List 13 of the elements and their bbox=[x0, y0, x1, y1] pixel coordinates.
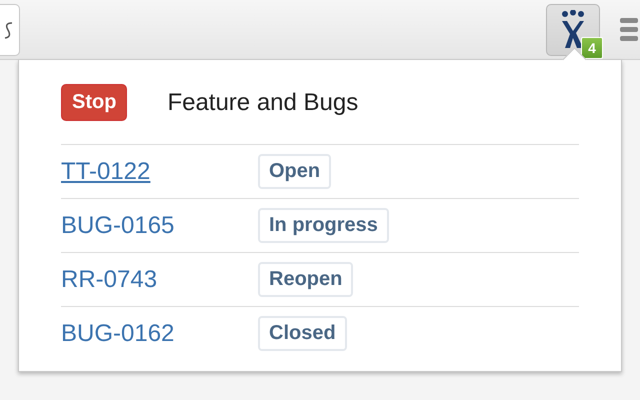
status-label: Closed bbox=[258, 316, 347, 351]
status-label: Open bbox=[258, 154, 332, 189]
popup-title: Feature and Bugs bbox=[167, 88, 358, 116]
issue-link[interactable]: TT-0122 bbox=[61, 158, 258, 186]
issue-link[interactable]: BUG-0165 bbox=[61, 212, 258, 240]
address-bar[interactable] bbox=[0, 4, 20, 56]
count-badge: 4 bbox=[581, 36, 603, 58]
status-label: Reopen bbox=[258, 262, 354, 297]
issue-link[interactable]: RR-0743 bbox=[61, 266, 258, 294]
figure-icon bbox=[559, 10, 587, 50]
stop-button[interactable]: Stop bbox=[61, 84, 128, 121]
issue-link[interactable]: BUG-0162 bbox=[61, 320, 258, 348]
status-label: In progress bbox=[258, 208, 389, 243]
